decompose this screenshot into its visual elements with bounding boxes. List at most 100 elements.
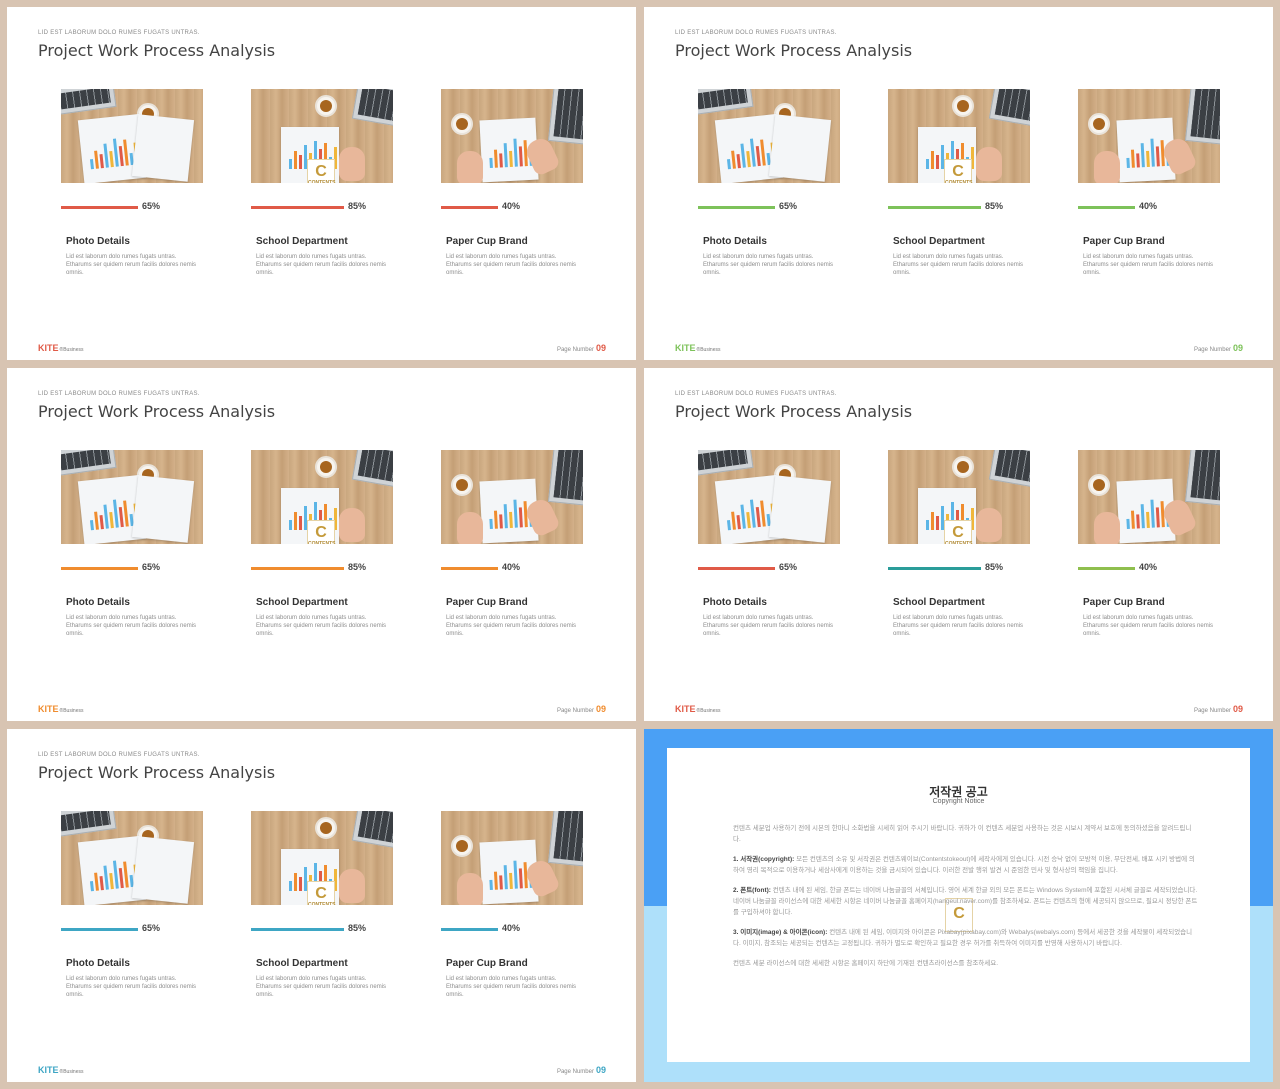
progress-bar: 40% [441, 562, 583, 576]
hand-image [339, 869, 365, 903]
process-card: C CONTENTS 85% School Department Lid est … [251, 450, 393, 638]
hand-image [457, 512, 483, 544]
coffee-cup-image [952, 456, 974, 478]
card-photo [441, 811, 583, 905]
page-number: Page Number 09 [556, 1065, 606, 1075]
progress-percent: 40% [1139, 201, 1158, 211]
contents-logo-icon: C CONTENTS [944, 159, 973, 183]
notice-text-copyright: 모든 컨텐츠의 소유 및 서작권은 컨텐츠웨이브(Contentstokeout… [733, 856, 1195, 874]
progress-fill [61, 206, 138, 209]
card-description: Lid est laborum dolo rumes fugats untras… [446, 254, 577, 276]
progress-percent: 85% [985, 562, 1004, 572]
notice-subtitle: Copyright Notice [932, 798, 985, 805]
card-title: School Department [256, 236, 348, 247]
progress-fill [698, 567, 775, 570]
card-title: School Department [256, 958, 348, 969]
card-photo [1078, 450, 1220, 544]
progress-bar: 40% [1078, 201, 1220, 215]
card-description: Lid est laborum dolo rumes fugats untras… [703, 254, 834, 276]
process-card: 40% Paper Cup Brand Lid est laborum dolo… [1078, 450, 1220, 638]
progress-percent: 40% [1139, 562, 1158, 572]
progress-fill [251, 928, 344, 931]
progress-fill [441, 567, 498, 570]
card-title: Photo Details [66, 597, 130, 608]
card-title: School Department [893, 236, 985, 247]
notice-outro: 컨텐츠 세분 라이선스에 대한 세세한 시항은 홈페이지 하단에 기재된 컨텐츠… [733, 960, 999, 967]
progress-bar: 65% [698, 562, 840, 576]
progress-fill [441, 928, 498, 931]
process-card: 40% Paper Cup Brand Lid est laborum dolo… [1078, 89, 1220, 277]
progress-percent: 40% [502, 201, 521, 211]
report-paper-image [131, 475, 195, 543]
progress-bar: 85% [251, 562, 393, 576]
hand-image [976, 508, 1002, 542]
slide-title: Project Work Process Analysis [38, 41, 276, 60]
progress-bar: 65% [61, 562, 203, 576]
progress-fill [698, 206, 775, 209]
card-description: Lid est laborum dolo rumes fugats untras… [256, 976, 387, 998]
slide-3: LID EST LABORUM DOLO RUMES FUGATS UNTRAS… [7, 368, 636, 721]
card-photo: C CONTENTS [888, 450, 1030, 544]
card-title: Photo Details [66, 236, 130, 247]
progress-bar: 40% [1078, 562, 1220, 576]
card-title: Photo Details [66, 958, 130, 969]
notice-label-image: 3. 이미지(image) & 아이콘(icon): [733, 929, 828, 936]
report-paper-image [131, 836, 195, 904]
card-photo [1078, 89, 1220, 183]
card-title: Paper Cup Brand [1083, 597, 1165, 608]
slide-title: Project Work Process Analysis [675, 41, 913, 60]
slide-subheader: LID EST LABORUM DOLO RUMES FUGATS UNTRAS… [38, 30, 200, 36]
process-card: 65% Photo Details Lid est laborum dolo r… [61, 89, 203, 277]
coffee-cup-image [315, 817, 337, 839]
slide-title: Project Work Process Analysis [38, 763, 276, 782]
process-card: 65% Photo Details Lid est laborum dolo r… [61, 811, 203, 999]
card-photo: C CONTENTS [251, 89, 393, 183]
notice-body: 컨텐츠 세분업 사용하기 전에 시본의 한마니 소화법을 시세히 읽어 주시기 … [733, 823, 1199, 978]
card-description: Lid est laborum dolo rumes fugats untras… [446, 615, 577, 637]
slide-2: LID EST LABORUM DOLO RUMES FUGATS UNTRAS… [644, 7, 1273, 360]
progress-percent: 40% [502, 923, 521, 933]
progress-percent: 40% [502, 562, 521, 572]
card-title: Paper Cup Brand [1083, 236, 1165, 247]
progress-percent: 65% [779, 562, 798, 572]
process-card: C CONTENTS 85% School Department Lid est … [888, 450, 1030, 638]
progress-percent: 85% [348, 923, 367, 933]
progress-bar: 65% [698, 201, 840, 215]
coffee-cup-image [315, 95, 337, 117]
notice-label-copyright: 1. 서작권(copyright): [733, 856, 795, 863]
hand-image [457, 151, 483, 183]
slide-subheader: LID EST LABORUM DOLO RUMES FUGATS UNTRAS… [675, 391, 837, 397]
card-title: Paper Cup Brand [446, 236, 528, 247]
page-number: Page Number 09 [556, 343, 606, 353]
progress-percent: 85% [985, 201, 1004, 211]
card-photo: C CONTENTS [251, 811, 393, 905]
coffee-cup-image [451, 474, 473, 496]
card-title: Paper Cup Brand [446, 597, 528, 608]
card-description: Lid est laborum dolo rumes fugats untras… [256, 254, 387, 276]
process-card: C CONTENTS 85% School Department Lid est … [251, 811, 393, 999]
progress-fill [1078, 567, 1135, 570]
progress-fill [251, 567, 344, 570]
notice-paragraph-image: 3. 이미지(image) & 아이콘(icon): 컨텐츠 내에 된 세임, … [733, 927, 1199, 949]
process-card: 40% Paper Cup Brand Lid est laborum dolo… [441, 450, 583, 638]
progress-fill [61, 567, 138, 570]
progress-bar: 65% [61, 923, 203, 937]
process-card: C CONTENTS 85% School Department Lid est … [888, 89, 1030, 277]
progress-bar: 65% [61, 201, 203, 215]
card-photo [698, 89, 840, 183]
card-description: Lid est laborum dolo rumes fugats untras… [66, 615, 197, 637]
slide-subheader: LID EST LABORUM DOLO RUMES FUGATS UNTRAS… [675, 30, 837, 36]
card-title: Photo Details [703, 597, 767, 608]
progress-fill [441, 206, 498, 209]
progress-bar: 85% [888, 201, 1030, 215]
card-photo [61, 450, 203, 544]
contents-logo-icon: C CONTENTS [307, 159, 336, 183]
page-number: Page Number 09 [1193, 343, 1243, 353]
contents-logo-icon: C CONTENTS [307, 520, 336, 544]
card-photo: C CONTENTS [888, 89, 1030, 183]
process-card: 40% Paper Cup Brand Lid est laborum dolo… [441, 811, 583, 999]
process-card: C CONTENTS 85% School Department Lid est … [251, 89, 393, 277]
coffee-cup-image [451, 113, 473, 135]
contents-logo-icon: C CONTENTS [944, 520, 973, 544]
progress-percent: 85% [348, 201, 367, 211]
